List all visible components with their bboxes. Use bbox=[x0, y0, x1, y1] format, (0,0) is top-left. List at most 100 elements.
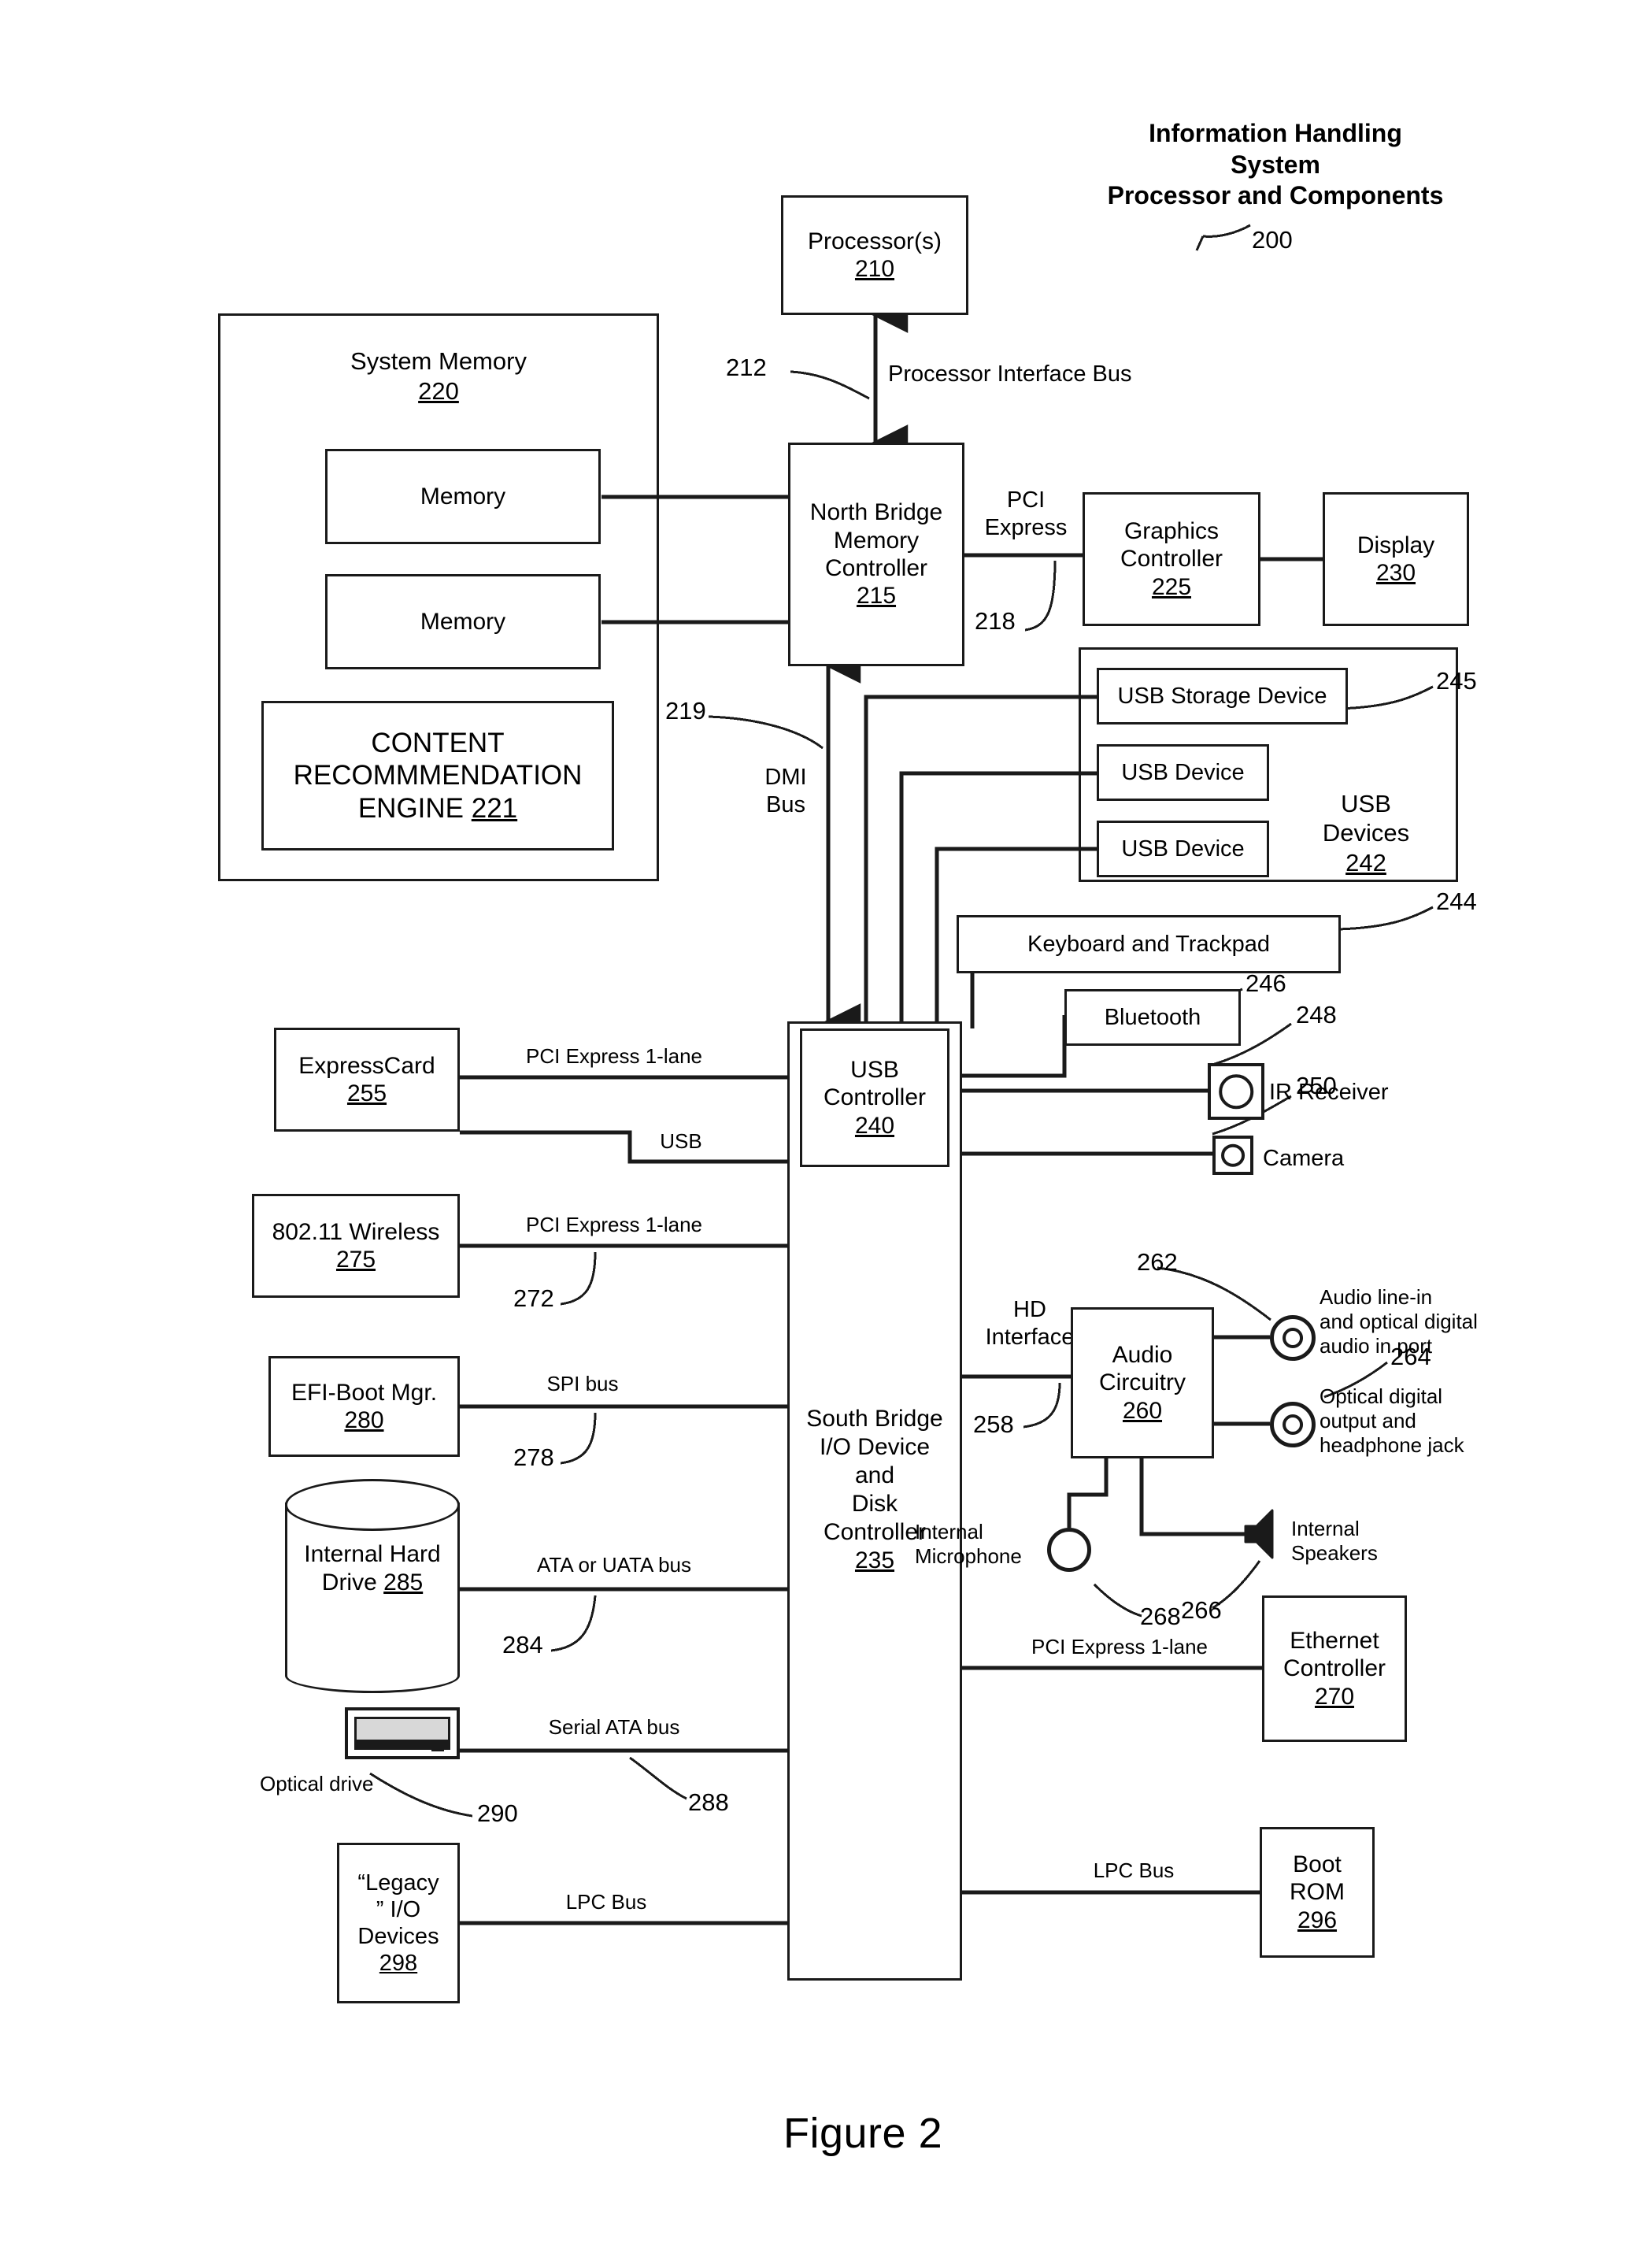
optical-drive-eject-button bbox=[431, 1742, 444, 1751]
boot-rom-node: Boot ROM 296 bbox=[1260, 1827, 1375, 1958]
pcie-1lane-expresscard-label: PCI Express 1-lane bbox=[526, 1044, 702, 1068]
optical-digital-out-port-icon bbox=[1270, 1402, 1316, 1447]
usbg-line-2: Devices bbox=[1322, 819, 1410, 847]
sb-line-3: and bbox=[854, 1462, 895, 1488]
usbc-line-1: USB bbox=[850, 1056, 899, 1083]
hard-drive-cylinder-top bbox=[285, 1479, 460, 1531]
ref-272: 272 bbox=[513, 1284, 554, 1312]
usb-controller-node: USB Controller 240 bbox=[800, 1028, 949, 1167]
legacy-line-1: “Legacy bbox=[357, 1870, 439, 1896]
graphics-controller: Graphics Controller 225 bbox=[1083, 492, 1260, 626]
display-label: Display bbox=[1357, 532, 1435, 558]
spi-bus-label: SPI bus bbox=[546, 1372, 619, 1395]
camera-lens-circle bbox=[1221, 1143, 1245, 1167]
ref-258: 258 bbox=[973, 1410, 1014, 1438]
ref-250: 250 bbox=[1296, 1072, 1337, 1099]
dmi-bus-label: DMI Bus bbox=[764, 765, 807, 817]
usbc-ref: 240 bbox=[854, 1112, 895, 1139]
ref-246: 246 bbox=[1246, 969, 1286, 997]
rom-line-1: Boot bbox=[1293, 1851, 1342, 1877]
eth-line-2: Controller bbox=[1283, 1655, 1386, 1682]
sb-ref: 235 bbox=[854, 1547, 895, 1573]
nb-line-2: Memory bbox=[833, 527, 920, 554]
hdd-ref: 285 bbox=[383, 1569, 424, 1595]
content-recommendation-engine: CONTENT RECOMMMENDATION ENGINE 221 bbox=[261, 701, 614, 850]
optical-drive-label: Optical drive bbox=[260, 1772, 374, 1796]
expresscard-label: ExpressCard bbox=[298, 1052, 435, 1079]
rom-line-2: ROM bbox=[1290, 1879, 1345, 1906]
cre-ref: 221 bbox=[471, 792, 518, 824]
eth-ref: 270 bbox=[1314, 1683, 1355, 1710]
hard-drive-cylinder-body bbox=[285, 1503, 460, 1693]
figure-caption: Figure 2 bbox=[783, 2110, 943, 2157]
figure-canvas: Information Handling System Processor an… bbox=[0, 0, 1636, 2268]
memory-module-2: Memory bbox=[325, 574, 601, 669]
usb-storage-label: USB Storage Device bbox=[1117, 683, 1327, 709]
system-memory-ref: 220 bbox=[418, 377, 459, 405]
pcie-1lane-wireless-label: PCI Express 1-lane bbox=[526, 1213, 702, 1236]
ref-219: 219 bbox=[665, 697, 706, 724]
ref-244: 244 bbox=[1436, 888, 1477, 915]
figure-title-ref: 200 bbox=[1252, 226, 1293, 254]
processor-node: Processor(s) 210 bbox=[781, 195, 968, 315]
efi-ref: 280 bbox=[344, 1407, 384, 1433]
optical-out-label: Optical digital output and headphone jac… bbox=[1320, 1384, 1464, 1458]
audio-line-1: Audio bbox=[1112, 1341, 1173, 1368]
processor-label: Processor(s) bbox=[807, 228, 942, 254]
usb-device-1-label: USB Device bbox=[1121, 759, 1245, 785]
internal-hard-drive-node: Internal Hard Drive 285 bbox=[285, 1479, 460, 1693]
figure-title: Information Handling System Processor an… bbox=[1107, 119, 1444, 210]
legacy-io-devices-node: “Legacy ” I/O Devices 298 bbox=[337, 1843, 460, 2003]
north-bridge-memory-controller: North Bridge Memory Controller 215 bbox=[788, 443, 964, 666]
usbc-line-2: Controller bbox=[823, 1084, 927, 1111]
camera-label: Camera bbox=[1263, 1146, 1345, 1171]
processor-ref: 210 bbox=[854, 256, 895, 282]
wireless-80211-node: 802.11 Wireless 275 bbox=[252, 1194, 460, 1298]
sb-line-2: I/O Device bbox=[819, 1434, 931, 1460]
usb-device-2-label: USB Device bbox=[1121, 836, 1245, 862]
usbg-line-1: USB bbox=[1341, 790, 1391, 818]
sb-line-4: Disk bbox=[851, 1491, 898, 1517]
ref-218: 218 bbox=[975, 607, 1016, 635]
keyboard-and-trackpad: Keyboard and Trackpad bbox=[957, 915, 1341, 973]
sb-line-1: South Bridge bbox=[806, 1406, 943, 1432]
ref-264: 264 bbox=[1390, 1343, 1431, 1370]
ref-212: 212 bbox=[726, 354, 767, 381]
optical-drive-icon bbox=[345, 1707, 460, 1759]
efi-label: EFI-Boot Mgr. bbox=[291, 1379, 438, 1406]
internal-speakers-icon bbox=[1244, 1509, 1274, 1559]
gc-ref: 225 bbox=[1151, 573, 1192, 600]
usb-devices-group-label: USB Devices 242 bbox=[1291, 760, 1441, 877]
memory-module-1: Memory bbox=[325, 449, 601, 544]
display-ref: 230 bbox=[1375, 560, 1416, 586]
audio-circuitry-node: Audio Circuitry 260 bbox=[1071, 1307, 1214, 1458]
legacy-line-2: ” I/O bbox=[376, 1896, 421, 1922]
processor-interface-bus-label: Processor Interface Bus bbox=[888, 361, 1132, 387]
system-memory-title: System Memory bbox=[350, 347, 527, 375]
lpc-bus-left-label: LPC Bus bbox=[565, 1890, 647, 1914]
audio-line-in-port-inner bbox=[1283, 1328, 1303, 1348]
ethernet-controller-node: Ethernet Controller 270 bbox=[1262, 1595, 1407, 1742]
ir-receiver-icon bbox=[1208, 1063, 1264, 1120]
internal-microphone-label: Internal Microphone bbox=[915, 1520, 1022, 1569]
gc-line-1: Graphics bbox=[1123, 517, 1220, 544]
hdd-line-1: Internal bbox=[304, 1541, 383, 1567]
usbg-ref: 242 bbox=[1345, 848, 1386, 876]
ata-uata-bus-label: ATA or UATA bus bbox=[536, 1553, 692, 1577]
optical-drive-slot bbox=[354, 1717, 450, 1742]
wireless-ref: 275 bbox=[335, 1247, 376, 1273]
sb-line-5: Controller bbox=[823, 1519, 927, 1545]
cre-line-3: ENGINE bbox=[357, 792, 472, 824]
ref-266: 266 bbox=[1181, 1596, 1222, 1624]
audio-ref: 260 bbox=[1122, 1397, 1163, 1424]
legacy-line-3: Devices bbox=[357, 1924, 439, 1949]
ref-278: 278 bbox=[513, 1443, 554, 1471]
pci-express-label: PCI Express bbox=[984, 487, 1068, 540]
internal-speakers-label: Internal Speakers bbox=[1291, 1517, 1378, 1566]
memory-1-label: Memory bbox=[420, 483, 506, 510]
optical-out-port-inner bbox=[1283, 1414, 1303, 1435]
usb-device-2: USB Device bbox=[1097, 821, 1269, 877]
ref-290: 290 bbox=[477, 1799, 518, 1827]
expresscard-node: ExpressCard 255 bbox=[274, 1028, 460, 1132]
nb-ref: 215 bbox=[856, 583, 897, 610]
